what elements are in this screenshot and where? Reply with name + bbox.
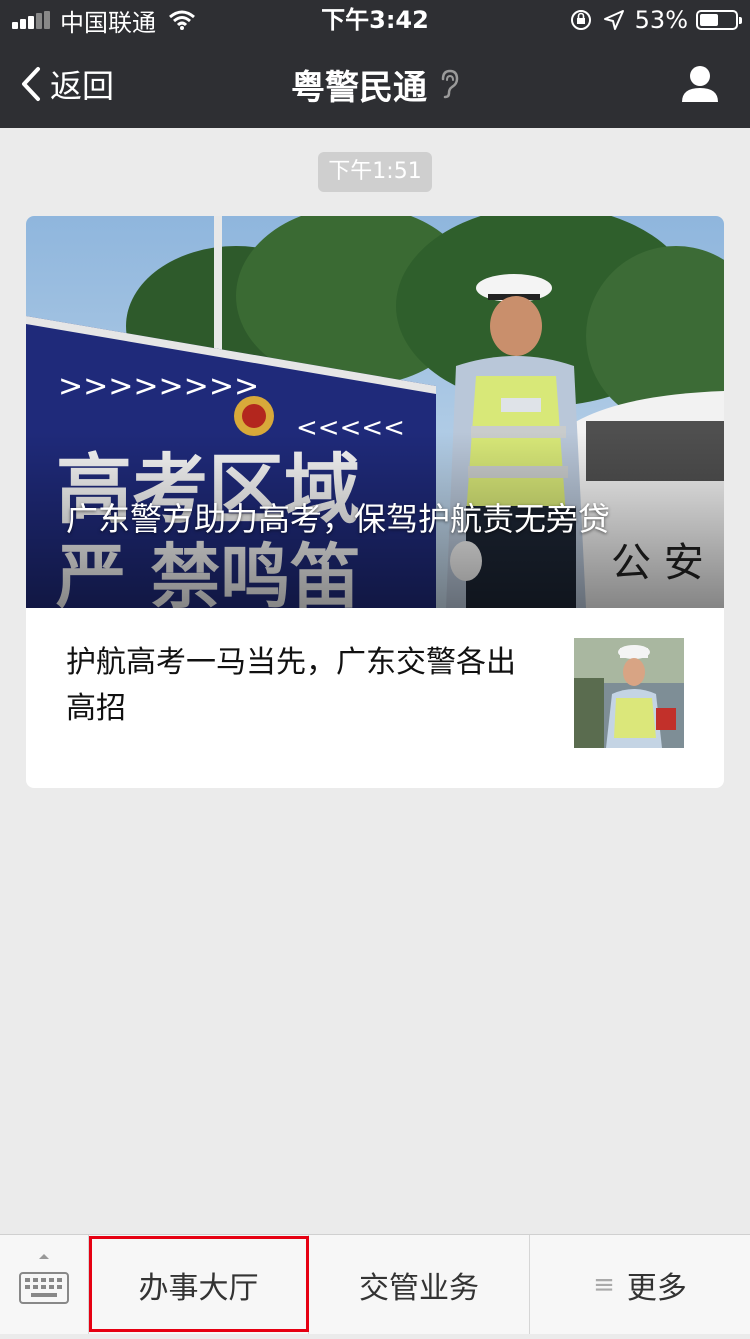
bottom-menu-bar: 办事大厅 交管业务 ≡ 更多 xyxy=(0,1234,750,1334)
battery-fill xyxy=(700,14,719,26)
article-card: 公 安 >>>>>>>> <<<<< 高考区域 严 禁鸣笛 广东警方助力高考，保… xyxy=(26,216,724,788)
article-sub-item[interactable]: 护航高考一马当先，广东交警各出高招 xyxy=(26,608,724,788)
chat-title: 粤警民通 xyxy=(0,40,750,128)
sub-item-title: 护航高考一马当先，广东交警各出高招 xyxy=(66,645,516,726)
user-icon xyxy=(682,66,718,102)
profile-button[interactable] xyxy=(680,64,720,104)
menu-item-more[interactable]: ≡ 更多 xyxy=(529,1235,750,1334)
keyboard-toggle-button[interactable] xyxy=(0,1235,88,1335)
ear-icon xyxy=(441,69,459,99)
keyboard-icon xyxy=(19,1254,69,1304)
menu-item-label: 更多 xyxy=(626,1270,687,1306)
status-right: 53% xyxy=(569,0,742,40)
location-icon xyxy=(603,10,624,30)
submenu-lines-icon: ≡ xyxy=(593,1269,615,1300)
rotation-lock-icon xyxy=(570,10,591,30)
battery-icon xyxy=(696,10,742,30)
battery-percent: 53% xyxy=(634,6,688,34)
menu-item-label: 办事大厅 xyxy=(138,1270,259,1306)
hero-image: 公 安 >>>>>>>> <<<<< 高考区域 严 禁鸣笛 xyxy=(26,216,724,608)
menu-item-traffic-business[interactable]: 交管业务 xyxy=(308,1235,529,1334)
sub-item-thumbnail xyxy=(574,638,684,748)
nav-bar: 返回 粤警民通 xyxy=(0,40,750,128)
page-title: 粤警民通 xyxy=(291,67,427,108)
menu-item-label: 交管业务 xyxy=(359,1270,479,1306)
menu-item-service-hall[interactable]: 办事大厅 xyxy=(88,1235,308,1334)
article-hero[interactable]: 公 安 >>>>>>>> <<<<< 高考区域 严 禁鸣笛 广东警方助力高考，保… xyxy=(26,216,724,608)
hero-title: 广东警方助力高考，保驾护航责无旁贷 xyxy=(66,500,611,538)
status-bar: 中国联通 下午3:42 53% xyxy=(0,0,750,40)
message-timestamp: 下午1:51 xyxy=(318,152,432,192)
